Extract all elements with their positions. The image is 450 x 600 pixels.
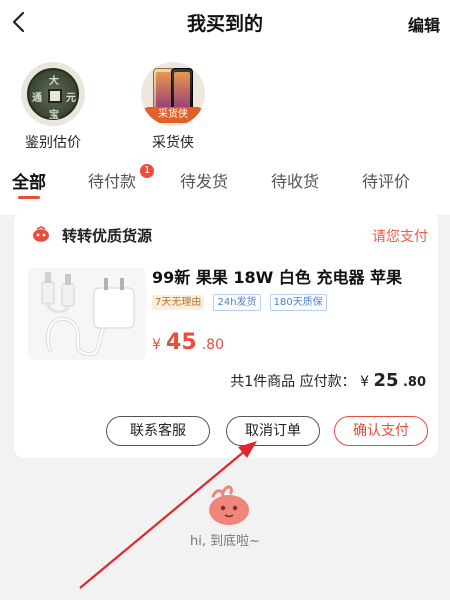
- order-card[interactable]: 转转优质货源 请您支付 99新 果果 18W 白色 充电器 苹果 7天无理由 2…: [14, 212, 438, 458]
- price-currency: ¥: [152, 337, 161, 353]
- order-tabs: 全部 待付款 1 待发货 待收货 待评价: [0, 160, 450, 200]
- ancient-coin-icon: 大 宝 通 元: [21, 62, 85, 126]
- contact-support-button[interactable]: 联系客服: [106, 416, 210, 446]
- tab-pending-receipt[interactable]: 待收货: [271, 168, 319, 192]
- tag-180day-warranty: 180天质保: [269, 294, 327, 311]
- navbar: 我买到的 编辑: [0, 0, 450, 44]
- summary-decimal: .80: [402, 375, 426, 390]
- edit-button[interactable]: 编辑: [408, 12, 440, 36]
- order-status: 请您支付: [372, 229, 428, 245]
- tab-pending-shipment[interactable]: 待发货: [180, 168, 228, 192]
- tab-all[interactable]: 全部: [12, 168, 46, 193]
- confirm-payment-button[interactable]: 确认支付: [334, 416, 428, 446]
- phone-thumbnail-icon: 采货侠: [141, 62, 205, 126]
- tag-24h-shipping: 24h发货: [213, 294, 261, 311]
- shop-name[interactable]: 转转优质货源: [62, 225, 152, 246]
- mascot-icon: [209, 485, 249, 525]
- tag-7day-return: 7天无理由: [152, 295, 205, 310]
- charger-product-image[interactable]: [28, 268, 146, 360]
- summary-integer: 25: [373, 370, 399, 391]
- tab-pending-review[interactable]: 待评价: [362, 168, 410, 192]
- tab-underline: [18, 196, 40, 199]
- pending-payment-badge: 1: [140, 164, 154, 178]
- product-price: ¥ 45 .80: [152, 330, 224, 355]
- payment-summary: 共1件商品 应付款： ¥ 25 .80: [230, 370, 426, 391]
- summary-label: 共1件商品 应付款：: [230, 374, 356, 390]
- caihuoxia-entry[interactable]: 采货侠 采货侠: [128, 62, 218, 152]
- shop-logo-icon: [33, 226, 49, 242]
- top-section: 我买到的 编辑 大 宝 通 元 鉴别估价 采货侠 采货侠 全部 待付款 1 待发…: [0, 0, 450, 215]
- cancel-order-button[interactable]: 取消订单: [226, 416, 320, 446]
- appraisal-label: 鉴别估价: [25, 135, 81, 151]
- product-tags: 7天无理由 24h发货 180天质保: [152, 290, 331, 311]
- tab-pending-payment[interactable]: 待付款: [88, 168, 136, 192]
- price-integer: 45: [166, 330, 197, 355]
- end-of-list-text: hi, 到底啦~: [189, 534, 260, 549]
- product-title[interactable]: 99新 果果 18W 白色 充电器 苹果: [152, 264, 428, 288]
- appraisal-entry[interactable]: 大 宝 通 元 鉴别估价: [8, 62, 98, 152]
- caihuoxia-badge: 采货侠: [144, 107, 202, 123]
- summary-currency: ¥: [360, 374, 369, 390]
- caihuoxia-label: 采货侠: [152, 135, 194, 151]
- page-title: 我买到的: [186, 13, 263, 35]
- price-decimal: .80: [201, 337, 224, 353]
